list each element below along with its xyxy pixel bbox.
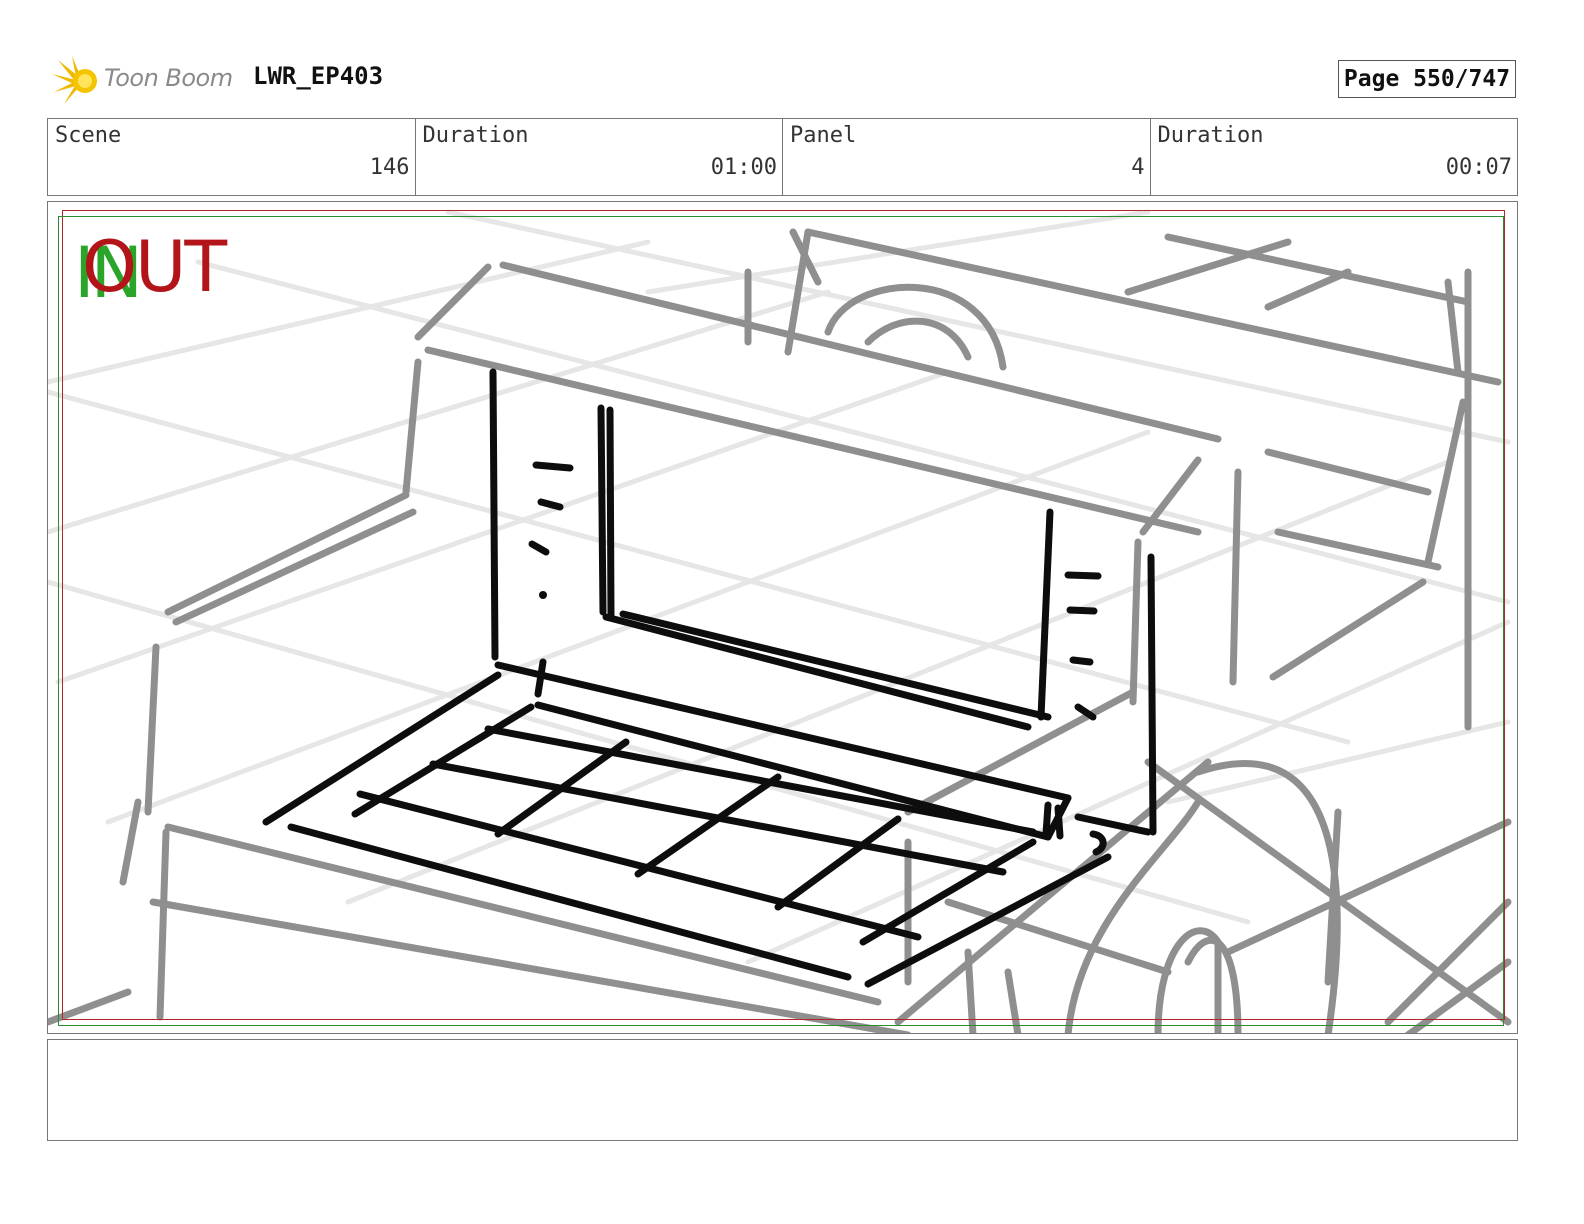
storyboard-panel: IN OUT (47, 201, 1518, 1034)
scene-duration-cell: Duration 01:00 (416, 119, 783, 195)
page-indicator: Page 550/747 (1338, 60, 1516, 98)
project-title: LWR_EP403 (253, 62, 384, 90)
panel-duration-label: Duration (1157, 123, 1264, 148)
panel-notes-box[interactable] (47, 1039, 1518, 1141)
logo-text: Toon Boom (104, 64, 233, 92)
panel-duration-value: 00:07 (1445, 155, 1512, 180)
toon-boom-logo: Toon Boom (52, 56, 237, 106)
star-burst-icon (52, 56, 97, 104)
panel-label: Panel (790, 123, 857, 148)
panel-value: 4 (1131, 155, 1145, 180)
out-marker: OUT (82, 226, 227, 308)
scene-label: Scene (55, 123, 122, 148)
scene-info-table: Scene 146 Duration 01:00 Panel 4 Duratio… (47, 118, 1518, 196)
panel-cell: Panel 4 (783, 119, 1151, 195)
panel-duration-cell: Duration 00:07 (1151, 119, 1518, 195)
scene-cell: Scene 146 (48, 119, 416, 195)
scene-value: 146 (369, 155, 410, 180)
action-safe-frame (58, 216, 1504, 1026)
scene-duration-value: 01:00 (710, 155, 777, 180)
scene-duration-label: Duration (422, 123, 529, 148)
